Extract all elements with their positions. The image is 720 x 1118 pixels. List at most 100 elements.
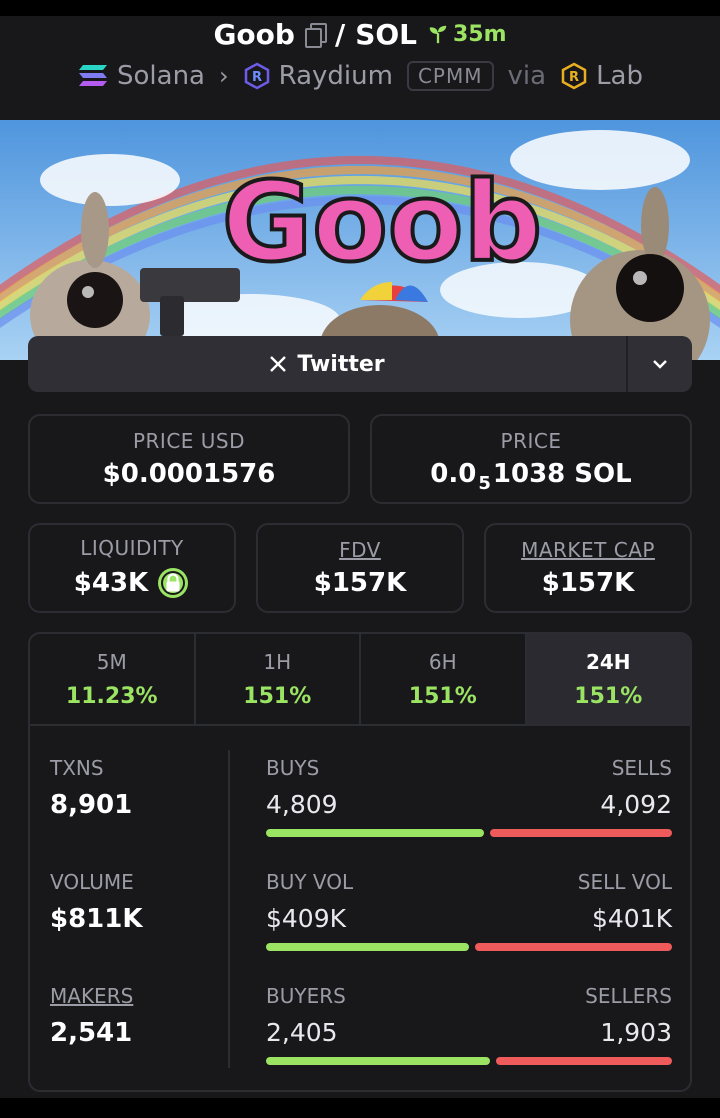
price-change: 151% [243, 683, 312, 709]
buy-vol-label: BUY VOL [266, 870, 354, 894]
liquidity-value: $43K [73, 568, 149, 598]
volume-stat: VOLUME $811K [50, 870, 143, 934]
social-links: Twitter [28, 336, 692, 392]
tab-label: 6H [428, 649, 457, 674]
txns-stat: TXNS 8,901 [50, 756, 132, 820]
buy-vol-value: $409K [266, 904, 347, 933]
links-dropdown-button[interactable] [626, 336, 692, 392]
buy-sell-volume: BUY VOL SELL VOL $409K $401K [266, 870, 672, 951]
buys-sells: BUYS SELLS 4,809 4,092 [266, 756, 672, 837]
price-native-digits: 1038 SOL [492, 459, 632, 489]
buys-sells-bar [266, 829, 672, 837]
liquidity-card: LIQUIDITY $43K [28, 523, 236, 613]
price-usd-card: PRICE USD $0.0001576 [28, 414, 350, 504]
sell-vol-value: $401K [591, 904, 672, 933]
pair-route: Solana › R Raydium CPMM via R Lab [0, 58, 720, 94]
market-cap-value: $157K [541, 568, 635, 598]
tab-label: 1H [263, 649, 292, 674]
pair-age-text: 35m [453, 21, 507, 47]
svg-text:R: R [569, 70, 579, 85]
chain-link[interactable]: Solana [77, 61, 205, 91]
trading-stats-panel: 5M 11.23% 1H 151% 6H 151% 24H 151% TXNS [28, 632, 692, 1092]
launchpad-link[interactable]: R Lab [560, 61, 643, 91]
tab-1h[interactable]: 1H 151% [196, 634, 361, 724]
chain-name: Solana [117, 61, 205, 91]
sellers-bar-segment [496, 1057, 672, 1065]
buyers-bar-segment [266, 1057, 490, 1065]
price-native-zeros: 5 [478, 472, 491, 494]
buyers-sellers: BUYERS SELLERS 2,405 1,903 [266, 984, 672, 1065]
launchpad-name: Lab [596, 61, 643, 91]
fdv-label[interactable]: FDV [339, 538, 381, 562]
dex-link[interactable]: R Raydium [243, 61, 393, 91]
quote-symbol: SOL [355, 17, 417, 51]
pair-age: 35m [427, 22, 507, 47]
copy-icon[interactable] [304, 23, 327, 48]
txns-value: 8,901 [50, 790, 133, 820]
buyers-value: 2,405 [266, 1018, 338, 1047]
price-usd-label: PRICE USD [132, 429, 246, 453]
pair-title: Goob / SOL 35m [0, 16, 720, 52]
buys-label: BUYS [266, 756, 320, 780]
buys-bar-segment [266, 829, 484, 837]
buyers-label: BUYERS [266, 984, 346, 1008]
volume-label: VOLUME [50, 870, 134, 894]
buyers-sellers-bar [266, 1057, 672, 1065]
sells-label: SELLS [611, 756, 672, 780]
price-usd-value: $0.0001576 [102, 459, 276, 489]
raydium-icon: R [244, 62, 269, 90]
pair-separator: / [334, 17, 346, 51]
token-symbol: Goob [213, 17, 295, 51]
fdv-card[interactable]: FDV $157K [256, 523, 464, 613]
makers-label[interactable]: MAKERS [50, 984, 133, 1008]
txns-row: TXNS 8,901 BUYS SELLS 4,809 4,092 [30, 756, 690, 856]
sell-vol-bar-segment [475, 943, 672, 951]
bottom-strip [0, 1098, 720, 1118]
pool-type-badge: CPMM [406, 61, 494, 91]
volume-bar [266, 943, 672, 951]
liquidity-label: LIQUIDITY [80, 536, 184, 560]
token-banner: Goob [0, 120, 720, 360]
tab-label: 5M [96, 649, 127, 674]
makers-row: MAKERS 2,541 BUYERS SELLERS 2,405 1,903 [30, 984, 690, 1084]
x-logo-icon [270, 356, 287, 372]
sellers-label: SELLERS [585, 984, 672, 1008]
buys-value: 4,809 [266, 790, 338, 819]
sellers-value: 1,903 [600, 1018, 672, 1047]
twitter-button[interactable]: Twitter [28, 336, 626, 392]
tab-24h[interactable]: 24H 151% [526, 634, 690, 724]
banner-title: Goob [222, 158, 542, 286]
price-native-label: PRICE [500, 429, 562, 453]
via-label: via [507, 61, 547, 91]
price-change: 151% [408, 683, 477, 709]
market-cap-label[interactable]: MARKET CAP [521, 538, 655, 562]
timeframe-tabs: 5M 11.23% 1H 151% 6H 151% 24H 151% [30, 634, 690, 726]
price-native-card: PRICE 0.0 5 1038 SOL [370, 414, 692, 504]
lock-icon[interactable] [156, 566, 190, 600]
market-cap-card[interactable]: MARKET CAP $157K [484, 523, 692, 613]
sell-vol-label: SELL VOL [577, 870, 672, 894]
makers-value: 2,541 [50, 1018, 133, 1048]
volume-value: $811K [50, 904, 143, 934]
svg-text:R: R [252, 70, 262, 85]
pair-header: Goob / SOL 35m Solana › R Raydium CPMM v… [0, 16, 720, 120]
chevron-down-icon [653, 360, 667, 369]
lab-icon: R [561, 62, 587, 90]
fdv-value: $157K [313, 568, 407, 598]
sells-bar-segment [490, 829, 672, 837]
status-strip [0, 0, 720, 16]
solana-icon [79, 65, 108, 86]
volume-row: VOLUME $811K BUY VOL SELL VOL $409K $401… [30, 870, 690, 970]
txns-label: TXNS [50, 756, 104, 780]
tab-6h[interactable]: 6H 151% [361, 634, 527, 724]
sprout-icon [429, 25, 447, 44]
price-native-prefix: 0.0 [430, 459, 477, 489]
dex-name: Raydium [278, 61, 393, 91]
liquidity-row: $43K [74, 566, 190, 600]
tab-5m[interactable]: 5M 11.23% [30, 634, 196, 724]
price-change: 11.23% [65, 683, 158, 709]
makers-stat: MAKERS 2,541 [50, 984, 133, 1048]
pair-details: Twitter PRICE USD $0.0001576 PRICE 0.0 5… [0, 336, 720, 1098]
buy-vol-bar-segment [266, 943, 469, 951]
tab-label: 24H [585, 649, 631, 674]
